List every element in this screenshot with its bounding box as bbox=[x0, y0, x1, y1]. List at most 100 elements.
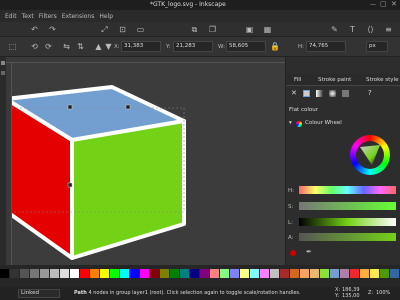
palette-swatch[interactable] bbox=[250, 269, 259, 278]
palette-swatch[interactable] bbox=[360, 269, 369, 278]
palette-swatch[interactable] bbox=[330, 269, 339, 278]
flip-h-icon[interactable]: ⇆ bbox=[62, 42, 71, 51]
hue-slider[interactable] bbox=[299, 186, 396, 194]
palette-swatch[interactable] bbox=[60, 269, 69, 278]
maximize-icon[interactable]: ▢ bbox=[380, 0, 387, 8]
menu-edit[interactable]: Edit bbox=[5, 13, 17, 20]
duplicate-icon[interactable]: ⧉ bbox=[190, 25, 199, 34]
menu-extensions[interactable]: Extensions bbox=[62, 13, 95, 20]
palette-swatch[interactable] bbox=[270, 269, 279, 278]
palette-swatch[interactable] bbox=[340, 269, 349, 278]
palette-swatch[interactable] bbox=[320, 269, 329, 278]
palette-swatch[interactable] bbox=[240, 269, 249, 278]
ungroup-icon[interactable]: ▦ bbox=[263, 25, 272, 34]
palette-swatch[interactable] bbox=[150, 269, 159, 278]
y-input[interactable]: 21,283 bbox=[173, 41, 213, 52]
palette-swatch[interactable] bbox=[230, 269, 239, 278]
palette-swatch[interactable] bbox=[210, 269, 219, 278]
palette-swatch[interactable] bbox=[370, 269, 379, 278]
palette-swatch[interactable] bbox=[300, 269, 309, 278]
canvas[interactable] bbox=[12, 63, 285, 265]
alpha-slider[interactable] bbox=[299, 233, 396, 241]
group-icon[interactable]: ▣ bbox=[245, 25, 254, 34]
unset-paint-icon[interactable]: ? bbox=[368, 89, 372, 97]
flip-v-icon[interactable]: ⇅ bbox=[76, 42, 85, 51]
linear-gradient-icon[interactable] bbox=[316, 90, 323, 97]
selection-handle[interactable] bbox=[67, 104, 73, 110]
palette-swatch[interactable] bbox=[40, 269, 49, 278]
palette-swatch[interactable] bbox=[290, 269, 299, 278]
palette-swatch[interactable] bbox=[10, 269, 19, 278]
text-font-icon[interactable]: T bbox=[348, 25, 357, 34]
close-icon[interactable]: ✕ bbox=[391, 0, 397, 8]
colour-wheel-dropdown[interactable]: ▾ Colour Wheel bbox=[289, 120, 349, 129]
select-all-icon[interactable]: ⬚ bbox=[8, 42, 17, 51]
palette-swatch[interactable] bbox=[160, 269, 169, 278]
redo-icon[interactable]: ↷ bbox=[48, 25, 57, 34]
palette-swatch[interactable] bbox=[50, 269, 59, 278]
zoom-drawing-icon[interactable]: ⊡ bbox=[118, 25, 127, 34]
fill-stroke-icon[interactable]: ✎ bbox=[330, 25, 339, 34]
palette-swatch[interactable] bbox=[390, 269, 399, 278]
rotate-ccw-icon[interactable]: ⟲ bbox=[30, 42, 39, 51]
tab-stroke-style[interactable]: Stroke style bbox=[366, 77, 398, 83]
palette-swatch[interactable] bbox=[310, 269, 319, 278]
unit-select[interactable]: px bbox=[366, 41, 388, 52]
menu-text[interactable]: Text bbox=[22, 13, 34, 20]
palette-swatch[interactable] bbox=[220, 269, 229, 278]
drawing[interactable] bbox=[12, 63, 285, 265]
w-input[interactable]: 58,605 bbox=[226, 41, 266, 52]
palette-swatch[interactable] bbox=[70, 269, 79, 278]
palette-swatch[interactable] bbox=[80, 269, 89, 278]
no-paint-icon[interactable]: ✕ bbox=[291, 89, 297, 97]
palette-swatch[interactable] bbox=[130, 269, 139, 278]
palette-swatch[interactable] bbox=[260, 269, 269, 278]
undo-icon[interactable]: ↶ bbox=[30, 25, 39, 34]
cube-front-face[interactable] bbox=[70, 119, 186, 260]
raise-icon[interactable]: ▲ bbox=[94, 42, 103, 51]
zoom-value[interactable]: 100% bbox=[376, 290, 390, 296]
palette-swatch[interactable] bbox=[30, 269, 39, 278]
tab-stroke-paint[interactable]: Stroke paint bbox=[318, 77, 351, 83]
x-input[interactable]: 31,383 bbox=[121, 41, 161, 52]
palette-swatch[interactable] bbox=[180, 269, 189, 278]
zoom-fit-icon[interactable]: ⤢ bbox=[100, 25, 109, 34]
flat-color-icon[interactable] bbox=[303, 90, 310, 97]
saturation-slider[interactable] bbox=[299, 202, 396, 210]
layer-selector[interactable]: Linked bbox=[18, 289, 60, 298]
align-icon[interactable]: ≡ bbox=[384, 25, 393, 34]
palette-swatch[interactable] bbox=[120, 269, 129, 278]
lower-icon[interactable]: ▼ bbox=[104, 42, 113, 51]
selection-handle[interactable] bbox=[67, 182, 73, 188]
menu-filters[interactable]: Filters bbox=[39, 13, 57, 20]
pattern-icon[interactable] bbox=[342, 90, 349, 97]
tab-fill[interactable]: Fill bbox=[294, 77, 301, 83]
minimize-icon[interactable]: — bbox=[370, 1, 376, 8]
palette-swatch[interactable] bbox=[200, 269, 209, 278]
palette-swatch[interactable] bbox=[20, 269, 29, 278]
radial-gradient-icon[interactable] bbox=[329, 90, 336, 97]
selector-tool-icon[interactable] bbox=[1, 61, 5, 65]
palette-swatch[interactable] bbox=[380, 269, 389, 278]
clone-icon[interactable]: ❐ bbox=[208, 25, 217, 34]
palette-swatch[interactable] bbox=[140, 269, 149, 278]
lock-icon[interactable]: 🔒 bbox=[270, 42, 280, 51]
colour-wheel[interactable] bbox=[350, 135, 390, 175]
palette-swatch[interactable] bbox=[0, 269, 9, 278]
h-input[interactable]: 74,765 bbox=[306, 41, 346, 52]
rotate-cw-icon[interactable]: ⟳ bbox=[44, 42, 53, 51]
selection-handle[interactable] bbox=[125, 104, 131, 110]
xml-editor-icon[interactable]: ⟨⟩ bbox=[366, 25, 375, 34]
lightness-slider[interactable] bbox=[299, 218, 396, 226]
palette-swatch[interactable] bbox=[90, 269, 99, 278]
menu-help[interactable]: Help bbox=[99, 13, 113, 20]
palette-swatch[interactable] bbox=[190, 269, 199, 278]
palette-swatch[interactable] bbox=[100, 269, 109, 278]
palette-swatch[interactable] bbox=[280, 269, 289, 278]
node-tool-icon[interactable] bbox=[1, 71, 5, 75]
eyedropper-icon[interactable]: ✒ bbox=[306, 248, 312, 256]
zoom-page-icon[interactable]: ▭ bbox=[136, 25, 145, 34]
palette-swatch[interactable] bbox=[350, 269, 359, 278]
palette-swatch[interactable] bbox=[170, 269, 179, 278]
palette-swatch[interactable] bbox=[110, 269, 119, 278]
